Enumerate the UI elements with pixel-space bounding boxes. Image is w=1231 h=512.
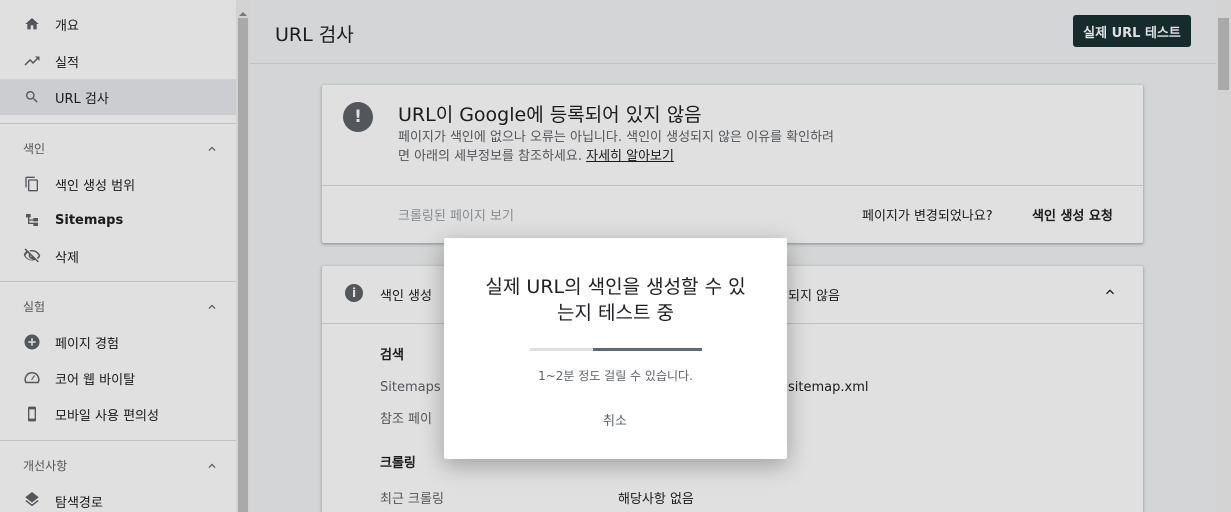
testing-dialog: 실제 URL의 색인을 생성할 수 있 는지 테스트 중 1~2분 정도 걸릴 … [444, 238, 787, 459]
progress-bar [530, 348, 702, 351]
cancel-button[interactable]: 취소 [590, 410, 640, 429]
dialog-title-line1: 실제 URL의 색인을 생성할 수 있 [485, 276, 746, 298]
dialog-note: 1~2분 정도 걸릴 수 있습니다. [538, 369, 693, 383]
dialog-title-line2: 는지 테스트 중 [557, 302, 674, 324]
progress-fill [593, 348, 702, 351]
dialog-title: 실제 URL의 색인을 생성할 수 있 는지 테스트 중 [464, 274, 767, 326]
